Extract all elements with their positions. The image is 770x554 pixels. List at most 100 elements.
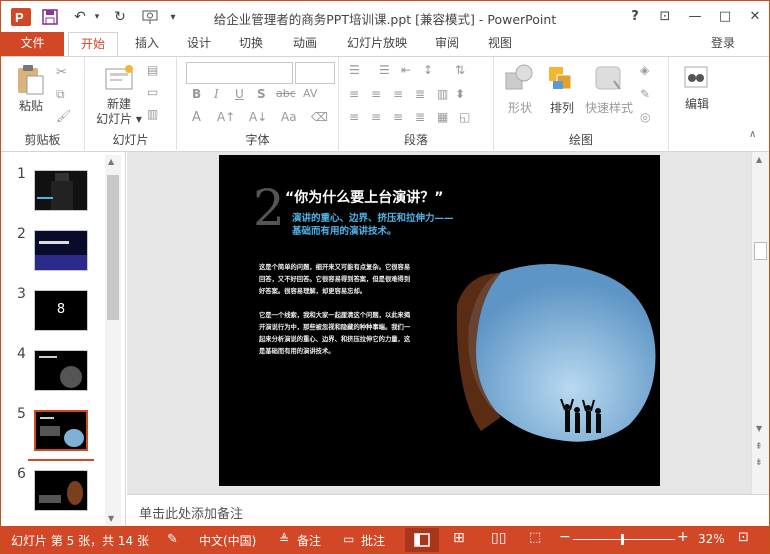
scroll-down-icon[interactable]: ▼ xyxy=(108,514,114,523)
zoom-slider-thumb[interactable] xyxy=(621,534,624,545)
underline-button[interactable]: U xyxy=(235,87,244,101)
comments-button[interactable]: 批注 xyxy=(361,532,385,549)
new-slide-icon[interactable] xyxy=(103,63,133,95)
align-center-icon[interactable]: ≡ xyxy=(371,87,381,101)
shape-effects-icon[interactable]: ◎ xyxy=(640,110,650,124)
editing-button[interactable]: 编辑 xyxy=(677,95,717,112)
tab-slideshow[interactable]: 幻灯片放映 xyxy=(339,32,415,56)
notes-icon[interactable]: ≜ xyxy=(279,532,289,546)
align-text-icon[interactable]: ⬍ xyxy=(455,87,465,101)
scroll-up-icon[interactable]: ▲ xyxy=(756,155,762,164)
zoom-in-icon[interactable]: + xyxy=(677,529,689,545)
align-left-icon[interactable]: ≡ xyxy=(349,87,359,101)
reading-view-icon[interactable]: ▯▯ xyxy=(491,530,506,546)
shape-fill-icon[interactable]: ◈ xyxy=(640,63,649,77)
tab-home[interactable]: 开始 xyxy=(68,32,118,57)
slide-thumbnail-2[interactable] xyxy=(34,230,88,271)
previous-slide-icon[interactable]: ⇞ xyxy=(755,442,763,452)
language-status[interactable]: 中文(中国) xyxy=(199,532,256,549)
tab-design[interactable]: 设计 xyxy=(177,32,221,56)
zoom-level[interactable]: 32% xyxy=(698,532,725,546)
tab-animations[interactable]: 动画 xyxy=(283,32,327,56)
fit-to-window-icon[interactable]: ⊡ xyxy=(738,530,749,545)
shapes-icon[interactable] xyxy=(504,63,534,95)
justify-icon[interactable]: ≣ xyxy=(415,87,425,101)
italic-button[interactable]: I xyxy=(214,87,219,101)
notes-placeholder[interactable]: 单击此处添加备注 xyxy=(139,503,243,522)
increase-font-icon[interactable]: A↑ xyxy=(217,110,235,124)
scroll-down-icon[interactable]: ▼ xyxy=(756,424,762,433)
zoom-slider[interactable] xyxy=(573,539,675,540)
binoculars-icon[interactable] xyxy=(681,63,711,95)
editor-scrollbar[interactable]: ▲ ▼ ⇞ ⇟ xyxy=(751,152,769,494)
decrease-font-icon[interactable]: A↓ xyxy=(249,110,267,124)
slide-thumbnail-1[interactable] xyxy=(34,170,88,211)
comments-icon[interactable]: ▭ xyxy=(343,532,354,546)
reset-icon[interactable]: ▭ xyxy=(147,85,158,99)
format-painter-icon[interactable]: 🖌 xyxy=(56,109,71,123)
tab-view[interactable]: 视图 xyxy=(478,32,522,56)
align-left-2-icon[interactable]: ≡ xyxy=(349,110,359,124)
close-button[interactable]: ✕ xyxy=(742,4,768,28)
change-case-icon[interactable]: Aa xyxy=(281,110,297,124)
tab-insert[interactable]: 插入 xyxy=(125,32,169,56)
shadow-button[interactable]: S xyxy=(257,87,266,101)
scroll-up-icon[interactable]: ▲ xyxy=(108,157,114,166)
align-right-2-icon[interactable]: ≡ xyxy=(393,110,403,124)
smartart-icon[interactable]: ▦ xyxy=(437,110,448,124)
spell-check-icon[interactable]: ✎ xyxy=(167,532,178,547)
maximize-button[interactable]: □ xyxy=(712,4,738,28)
bold-button[interactable]: B xyxy=(192,87,201,101)
editor-scroll-thumb[interactable] xyxy=(754,242,767,260)
align-center-2-icon[interactable]: ≡ xyxy=(371,110,381,124)
current-slide[interactable]: 2 “你为什么要上台演讲？” 演讲的重心、边界、挤压和拉伸力—— 基础而有用的演… xyxy=(219,155,660,486)
character-spacing-button[interactable]: AV xyxy=(303,87,317,100)
thumbnail-scroll-thumb[interactable] xyxy=(107,175,119,320)
quick-styles-icon[interactable] xyxy=(594,63,624,95)
help-button[interactable]: ? xyxy=(622,4,648,28)
clear-formatting-icon[interactable]: ⌫ xyxy=(311,110,328,124)
arrange-button[interactable]: 排列 xyxy=(542,99,582,116)
new-slide-button[interactable]: 新建 幻灯片 ▾ xyxy=(93,97,145,127)
copy-icon[interactable]: ⧉ xyxy=(56,87,65,102)
arrange-icon[interactable] xyxy=(547,63,577,95)
slide-thumbnail-3[interactable]: 8 xyxy=(34,290,88,331)
tab-transitions[interactable]: 切换 xyxy=(229,32,273,56)
collapse-ribbon-icon[interactable]: ∧ xyxy=(749,129,756,140)
paste-icon[interactable] xyxy=(15,63,45,95)
slide-thumbnail-4[interactable] xyxy=(34,350,88,391)
decrease-indent-icon[interactable]: ⇤ xyxy=(401,63,411,77)
font-size-input[interactable] xyxy=(295,62,335,84)
notes-button[interactable]: 备注 xyxy=(297,532,321,549)
slideshow-view-icon[interactable]: ⬚ xyxy=(529,530,541,545)
next-slide-icon[interactable]: ⇟ xyxy=(755,458,763,468)
font-color-icon[interactable]: A xyxy=(192,110,201,125)
login-link[interactable]: 登录 xyxy=(701,32,745,56)
numbering-icon[interactable]: ☰ xyxy=(379,63,390,77)
quick-styles-button[interactable]: 快速样式 xyxy=(582,99,636,116)
slide-thumbnail-5-selected[interactable] xyxy=(34,410,88,451)
strikethrough-button[interactable]: abc xyxy=(276,87,296,100)
ribbon-display-options-button[interactable]: ⊡ xyxy=(652,4,678,28)
line-spacing-icon[interactable]: ↕ xyxy=(423,63,433,77)
distribute-icon[interactable]: ≣ xyxy=(415,110,425,124)
slide-sorter-icon[interactable]: ⊞ xyxy=(453,530,465,546)
notes-pane[interactable]: 单击此处添加备注 xyxy=(127,494,769,526)
paste-button[interactable]: 粘贴 xyxy=(11,97,51,114)
minimize-button[interactable]: — xyxy=(682,4,708,28)
thumbnail-scrollbar[interactable]: ▲ ▼ xyxy=(105,155,121,525)
columns-icon[interactable]: ▥ xyxy=(437,87,448,101)
convert-icon[interactable]: ◱ xyxy=(459,110,470,124)
font-name-input[interactable] xyxy=(186,62,293,84)
slide-thumbnail-6[interactable] xyxy=(34,470,88,511)
zoom-out-icon[interactable]: − xyxy=(559,529,571,545)
section-icon[interactable]: ▥ xyxy=(147,107,158,121)
shapes-button[interactable]: 形状 xyxy=(500,99,540,116)
tab-review[interactable]: 审阅 xyxy=(425,32,469,56)
bullets-icon[interactable]: ☰ xyxy=(349,63,360,77)
text-direction-icon[interactable]: ⇅ xyxy=(455,63,465,77)
normal-view-button[interactable] xyxy=(405,528,439,552)
cut-icon[interactable]: ✂ xyxy=(56,65,67,80)
layout-icon[interactable]: ▤ xyxy=(147,63,158,77)
align-right-icon[interactable]: ≡ xyxy=(393,87,403,101)
